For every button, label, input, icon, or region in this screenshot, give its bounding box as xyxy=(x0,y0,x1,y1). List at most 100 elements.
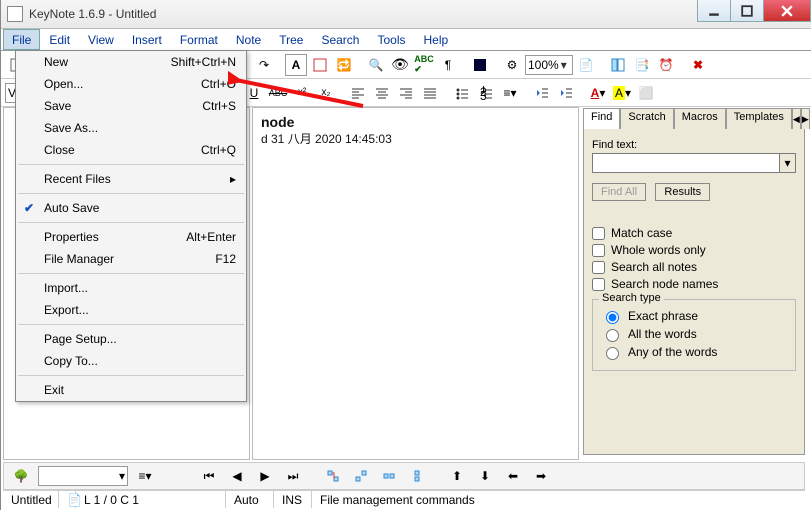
status-auto: Auto xyxy=(226,491,274,508)
apply-style-icon[interactable]: ≡▾ xyxy=(134,465,156,487)
menu-item-file-manager[interactable]: File ManagerF12 xyxy=(16,248,246,270)
menu-search[interactable]: Search xyxy=(312,29,368,50)
menu-item-recent-files[interactable]: Recent Files▸ xyxy=(16,168,246,190)
app-icon xyxy=(7,6,23,22)
numbers-icon[interactable]: 123 xyxy=(475,82,497,104)
tab-macros[interactable]: Macros xyxy=(674,108,726,129)
options-icon[interactable]: ⚙ xyxy=(501,54,523,76)
menu-tree[interactable]: Tree xyxy=(270,29,312,50)
promote-icon[interactable]: ⬆ xyxy=(446,465,468,487)
all-notes-checkbox[interactable] xyxy=(592,261,605,274)
font-dialog-icon[interactable]: A xyxy=(285,54,307,76)
node-up-icon[interactable] xyxy=(322,465,344,487)
para-dialog-icon[interactable] xyxy=(309,54,331,76)
align-left-icon[interactable] xyxy=(347,82,369,104)
tab-templates[interactable]: Templates xyxy=(726,108,792,129)
menu-item-auto-save[interactable]: ✔Auto Save xyxy=(16,197,246,219)
menu-item-save-as-[interactable]: Save As... xyxy=(16,117,246,139)
menu-item-save[interactable]: SaveCtrl+S xyxy=(16,95,246,117)
demote-icon[interactable]: ⬇ xyxy=(474,465,496,487)
close-button[interactable] xyxy=(763,0,811,22)
match-case-label: Match case xyxy=(611,226,672,240)
binoculars-icon[interactable]: 👁 xyxy=(389,54,411,76)
align-justify-icon[interactable] xyxy=(419,82,441,104)
menu-file[interactable]: File xyxy=(3,29,40,50)
color-swatch-icon[interactable] xyxy=(469,54,491,76)
menu-item-open-[interactable]: Open...Ctrl+O xyxy=(16,73,246,95)
strike-icon[interactable]: ABC xyxy=(267,82,289,104)
goto-icon[interactable]: ¶ xyxy=(437,54,459,76)
repeat-icon[interactable]: 🔁 xyxy=(333,54,355,76)
highlight-icon[interactable]: A▾ xyxy=(611,82,633,104)
sub-icon[interactable]: x₂ xyxy=(315,82,337,104)
move-right-icon[interactable]: ➡ xyxy=(530,465,552,487)
bullets-icon[interactable] xyxy=(451,82,473,104)
node-down-icon[interactable] xyxy=(350,465,372,487)
whole-words-label: Whole words only xyxy=(611,243,706,257)
tab-scratch[interactable]: Scratch xyxy=(620,108,673,129)
editor-line: d 31 八月 2020 14:45:03 xyxy=(261,130,570,147)
tree-icon[interactable]: 🌳 xyxy=(10,465,32,487)
status-bar: Untitled 📄 L 1 / 0 C 1 Auto INS File man… xyxy=(3,490,805,508)
whole-words-checkbox[interactable] xyxy=(592,244,605,257)
align-center-icon[interactable] xyxy=(371,82,393,104)
resource-panel-icon[interactable]: 📑 xyxy=(631,54,653,76)
match-case-checkbox[interactable] xyxy=(592,227,605,240)
menu-tools[interactable]: Tools xyxy=(368,29,414,50)
tree-toggle-icon[interactable] xyxy=(607,54,629,76)
no-highlight-icon[interactable]: ⬜ xyxy=(635,82,657,104)
node-names-checkbox[interactable] xyxy=(592,278,605,291)
indent-icon[interactable] xyxy=(555,82,577,104)
zoom-combo[interactable]: 100%▾ xyxy=(525,55,573,75)
nav-next-icon[interactable]: ▶ xyxy=(254,465,276,487)
menu-item-copy-to-[interactable]: Copy To... xyxy=(16,350,246,372)
spellcheck-icon[interactable]: ABC✔ xyxy=(413,54,435,76)
any-words-radio[interactable] xyxy=(606,347,619,360)
exact-phrase-radio[interactable] xyxy=(606,311,619,324)
align-right-icon[interactable] xyxy=(395,82,417,104)
menu-help[interactable]: Help xyxy=(415,29,458,50)
font-color-icon[interactable]: A▾ xyxy=(587,82,609,104)
minimize-button[interactable] xyxy=(697,0,731,22)
tab-find[interactable]: Find xyxy=(583,108,620,129)
node-right-icon[interactable] xyxy=(406,465,428,487)
find-icon[interactable]: 🔍 xyxy=(365,54,387,76)
menu-item-new[interactable]: NewShift+Ctrl+N xyxy=(16,51,246,73)
tab-scroll-right[interactable]: ▶ xyxy=(801,108,810,129)
menu-view[interactable]: View xyxy=(79,29,123,50)
results-button[interactable]: Results xyxy=(655,183,710,201)
menu-item-exit[interactable]: Exit xyxy=(16,379,246,401)
all-words-radio[interactable] xyxy=(606,329,619,342)
menu-item-import-[interactable]: Import... xyxy=(16,277,246,299)
node-left-icon[interactable] xyxy=(378,465,400,487)
style-combo[interactable]: ▾ xyxy=(38,466,128,486)
menu-format[interactable]: Format xyxy=(171,29,227,50)
menu-edit[interactable]: Edit xyxy=(40,29,79,50)
status-note-icon: 📄 xyxy=(59,491,76,508)
find-dropdown-icon[interactable]: ▾ xyxy=(780,153,796,173)
outdent-icon[interactable] xyxy=(531,82,553,104)
menu-item-export-[interactable]: Export... xyxy=(16,299,246,321)
tab-scroll-left[interactable]: ◀ xyxy=(792,108,801,129)
menu-item-close[interactable]: CloseCtrl+Q xyxy=(16,139,246,161)
menu-item-page-setup-[interactable]: Page Setup... xyxy=(16,328,246,350)
find-text-input[interactable] xyxy=(592,153,780,173)
maximize-button[interactable] xyxy=(730,0,764,22)
menu-insert[interactable]: Insert xyxy=(123,29,171,50)
alarm-icon[interactable]: ⏰ xyxy=(655,54,677,76)
nav-first-icon[interactable]: ⏮ xyxy=(198,465,220,487)
move-left-icon[interactable]: ⬅ xyxy=(502,465,524,487)
note-props-icon[interactable]: 📄 xyxy=(575,54,597,76)
editor-pane[interactable]: node d 31 八月 2020 14:45:03 xyxy=(252,107,579,460)
redo-icon[interactable]: ↷ xyxy=(253,54,275,76)
menu-item-properties[interactable]: PropertiesAlt+Enter xyxy=(16,226,246,248)
menu-note[interactable]: Note xyxy=(227,29,270,50)
nav-prev-icon[interactable]: ◀ xyxy=(226,465,248,487)
resource-panel: Find Scratch Macros Templates ◀ ▶ Find t… xyxy=(583,107,805,460)
sup-icon[interactable]: x² xyxy=(291,82,313,104)
delete-icon[interactable]: ✖ xyxy=(687,54,709,76)
find-all-button[interactable]: Find All xyxy=(592,183,646,201)
editor-heading: node xyxy=(261,114,570,130)
line-spacing-icon[interactable]: ≡▾ xyxy=(499,82,521,104)
nav-last-icon[interactable]: ⏭ xyxy=(282,465,304,487)
